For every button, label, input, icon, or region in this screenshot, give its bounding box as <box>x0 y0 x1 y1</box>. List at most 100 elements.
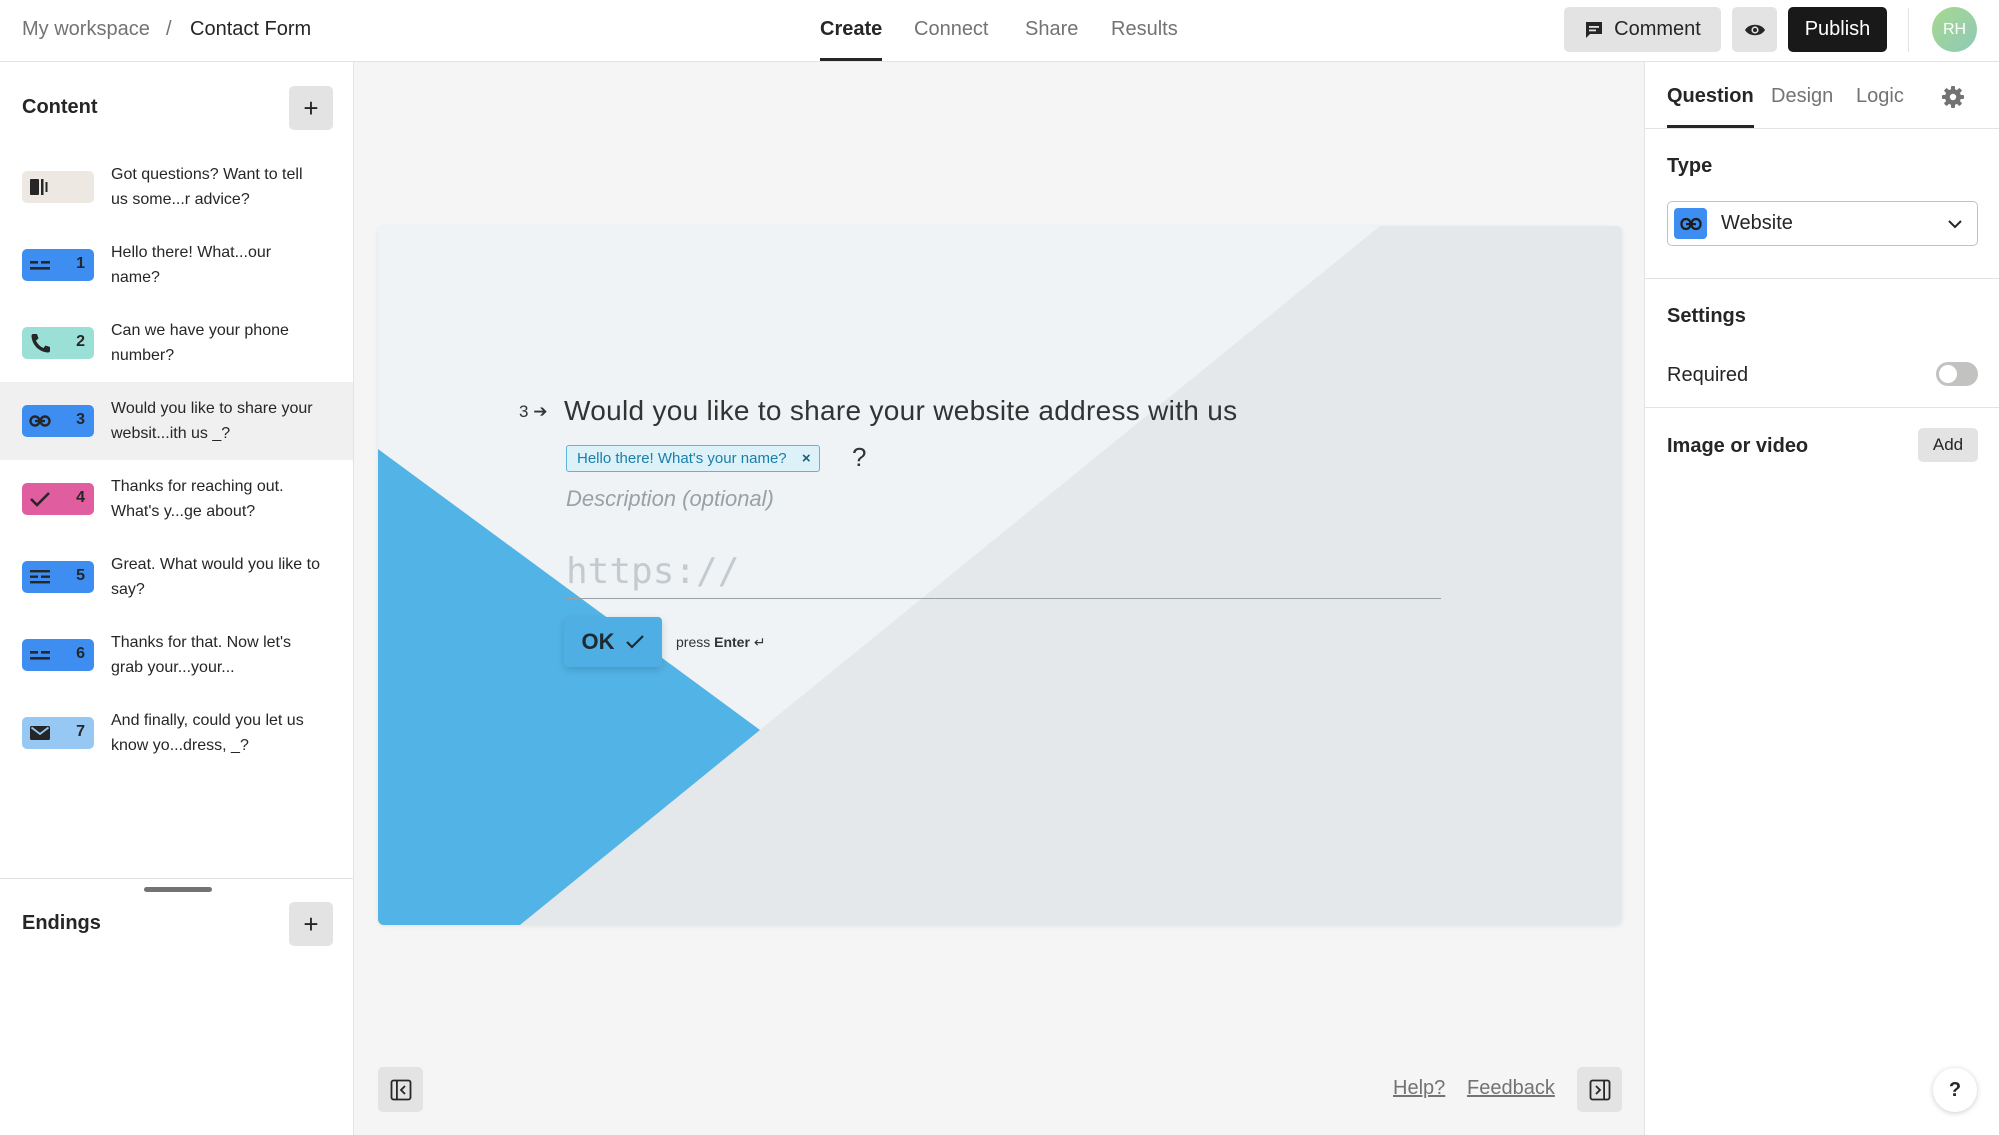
publish-button[interactable]: Publish <box>1788 7 1887 52</box>
feedback-link[interactable]: Feedback <box>1467 1077 1555 1100</box>
type-badge <box>1674 208 1707 239</box>
question-number: 4 <box>76 489 85 506</box>
form-preview-card[interactable]: 3 ➔ Would you like to share your website… <box>378 226 1622 925</box>
question-list-item[interactable]: 1 Hello there! What...our name? <box>0 226 353 304</box>
tab-create[interactable]: Create <box>820 18 883 61</box>
checkmark-icon <box>625 635 644 649</box>
top-bar: My workspace / Contact Form Create Conne… <box>0 0 1999 62</box>
question-type-select[interactable]: Website <box>1667 201 1978 246</box>
description-field[interactable]: Description (optional) <box>566 486 774 512</box>
help-link[interactable]: Help? <box>1393 1077 1445 1100</box>
help-button[interactable]: ? <box>1933 1068 1977 1112</box>
question-settings-panel: Question Design Logic Type Website Setti… <box>1644 62 1999 1135</box>
tab-logic[interactable]: Logic <box>1856 85 1904 108</box>
short-text-icon <box>30 651 50 660</box>
question-list-text: Would you like to share your websit...it… <box>111 400 313 442</box>
endings-heading: Endings <box>22 912 101 934</box>
question-list-text: Hello there! What...our name? <box>111 244 272 286</box>
breadcrumb-form-name[interactable]: Contact Form <box>190 18 311 41</box>
comment-button-label: Comment <box>1614 18 1701 40</box>
question-type-badge: 6 <box>22 639 94 671</box>
link-icon <box>29 415 51 427</box>
remove-chip-icon[interactable]: × <box>802 446 811 471</box>
question-type-badge: 1 <box>22 249 94 281</box>
question-list-text: And finally, could you let us know yo...… <box>111 712 304 754</box>
tab-design[interactable]: Design <box>1771 85 1833 108</box>
collapse-right-panel-button[interactable] <box>1577 1067 1622 1112</box>
question-number: 6 <box>76 645 85 662</box>
collapse-panel-icon <box>390 1079 411 1100</box>
question-type-badge: 2 <box>22 327 94 359</box>
question-list-text: Got questions? Want to tell us some...r … <box>111 166 303 208</box>
comment-button[interactable]: Comment <box>1564 7 1721 52</box>
link-icon <box>1679 217 1702 230</box>
tab-results[interactable]: Results <box>1111 18 1178 41</box>
chevron-down-icon <box>1948 220 1962 229</box>
tab-question[interactable]: Question <box>1667 85 1754 128</box>
phone-icon <box>31 334 50 353</box>
recall-chip-label: Hello there! What's your name? <box>577 450 787 467</box>
avatar[interactable]: RH <box>1932 7 1977 52</box>
question-list-item[interactable]: Got questions? Want to tell us some...r … <box>0 148 353 226</box>
ok-button[interactable]: OK <box>564 617 662 667</box>
email-icon <box>30 726 50 740</box>
question-list-item[interactable]: 6 Thanks for that. Now let's grab your..… <box>0 616 353 694</box>
ok-button-label: OK <box>581 629 615 654</box>
endings-divider <box>0 878 353 879</box>
eye-icon <box>1744 24 1765 35</box>
tab-connect[interactable]: Connect <box>914 18 989 41</box>
form-canvas: 3 ➔ Would you like to share your website… <box>354 62 1644 1135</box>
check-icon <box>30 492 50 507</box>
question-list-text: Great. What would you like to say? <box>111 556 320 598</box>
question-list-text: Thanks for reaching out. What's y...ge a… <box>111 478 284 520</box>
breadcrumb-separator: / <box>166 18 172 40</box>
image-or-video-label: Image or video <box>1667 435 1809 457</box>
type-label: Type <box>1667 155 1713 177</box>
collapse-panel-icon <box>1589 1079 1610 1100</box>
add-content-button[interactable]: + <box>289 86 333 130</box>
question-list-text: Can we have your phone number? <box>111 322 289 364</box>
panel-divider <box>1645 278 1999 279</box>
content-sidebar: Content + Got questions? Want to tell us… <box>0 62 354 1135</box>
add-media-button[interactable]: Add <box>1918 428 1978 462</box>
add-ending-button[interactable]: + <box>289 902 333 946</box>
long-text-icon <box>30 570 50 584</box>
website-answer-input[interactable]: https:// <box>566 551 1441 599</box>
preview-button[interactable] <box>1732 7 1777 52</box>
gear-icon[interactable] <box>1941 85 1965 109</box>
enter-key-icon: ↵ <box>753 634 766 650</box>
type-select-value: Website <box>1721 212 1793 234</box>
toolbar-divider <box>1908 8 1909 52</box>
question-number: 2 <box>76 333 85 350</box>
settings-label: Settings <box>1667 305 1746 327</box>
question-list-item[interactable]: 2 Can we have your phone number? <box>0 304 353 382</box>
breadcrumb-workspace[interactable]: My workspace <box>22 18 150 41</box>
resize-handle[interactable] <box>144 887 212 892</box>
question-list-item[interactable]: 5 Great. What would you like to say? <box>0 538 353 616</box>
question-type-badge <box>22 171 94 203</box>
recall-answer-chip[interactable]: Hello there! What's your name? × <box>566 445 820 472</box>
question-number-label: 3 ➔ <box>519 402 548 421</box>
question-type-badge: 4 <box>22 483 94 515</box>
press-enter-hint: press Enter ↵ <box>676 634 766 650</box>
question-number: 7 <box>76 723 85 740</box>
question-number: 5 <box>76 567 85 584</box>
panel-divider <box>1645 407 1999 408</box>
question-type-badge: 7 <box>22 717 94 749</box>
tab-share[interactable]: Share <box>1025 18 1078 41</box>
question-list-item-selected[interactable]: 3 Would you like to share your websit...… <box>0 382 353 460</box>
required-label: Required <box>1667 364 1749 386</box>
question-title[interactable]: Would you like to share your website add… <box>564 395 1237 427</box>
welcome-screen-icon <box>30 179 48 195</box>
required-toggle[interactable] <box>1936 362 1978 386</box>
question-list-item[interactable]: 4 Thanks for reaching out. What's y...ge… <box>0 460 353 538</box>
question-type-badge: 5 <box>22 561 94 593</box>
collapse-left-panel-button[interactable] <box>378 1067 423 1112</box>
panel-divider <box>1645 128 1999 129</box>
comment-icon <box>1586 21 1603 38</box>
question-list-item[interactable]: 7 And finally, could you let us know yo.… <box>0 694 353 772</box>
question-list-text: Thanks for that. Now let's grab your...y… <box>111 634 292 676</box>
question-mark: ? <box>852 442 867 472</box>
question-number: 1 <box>76 255 85 272</box>
short-text-icon <box>30 261 50 270</box>
